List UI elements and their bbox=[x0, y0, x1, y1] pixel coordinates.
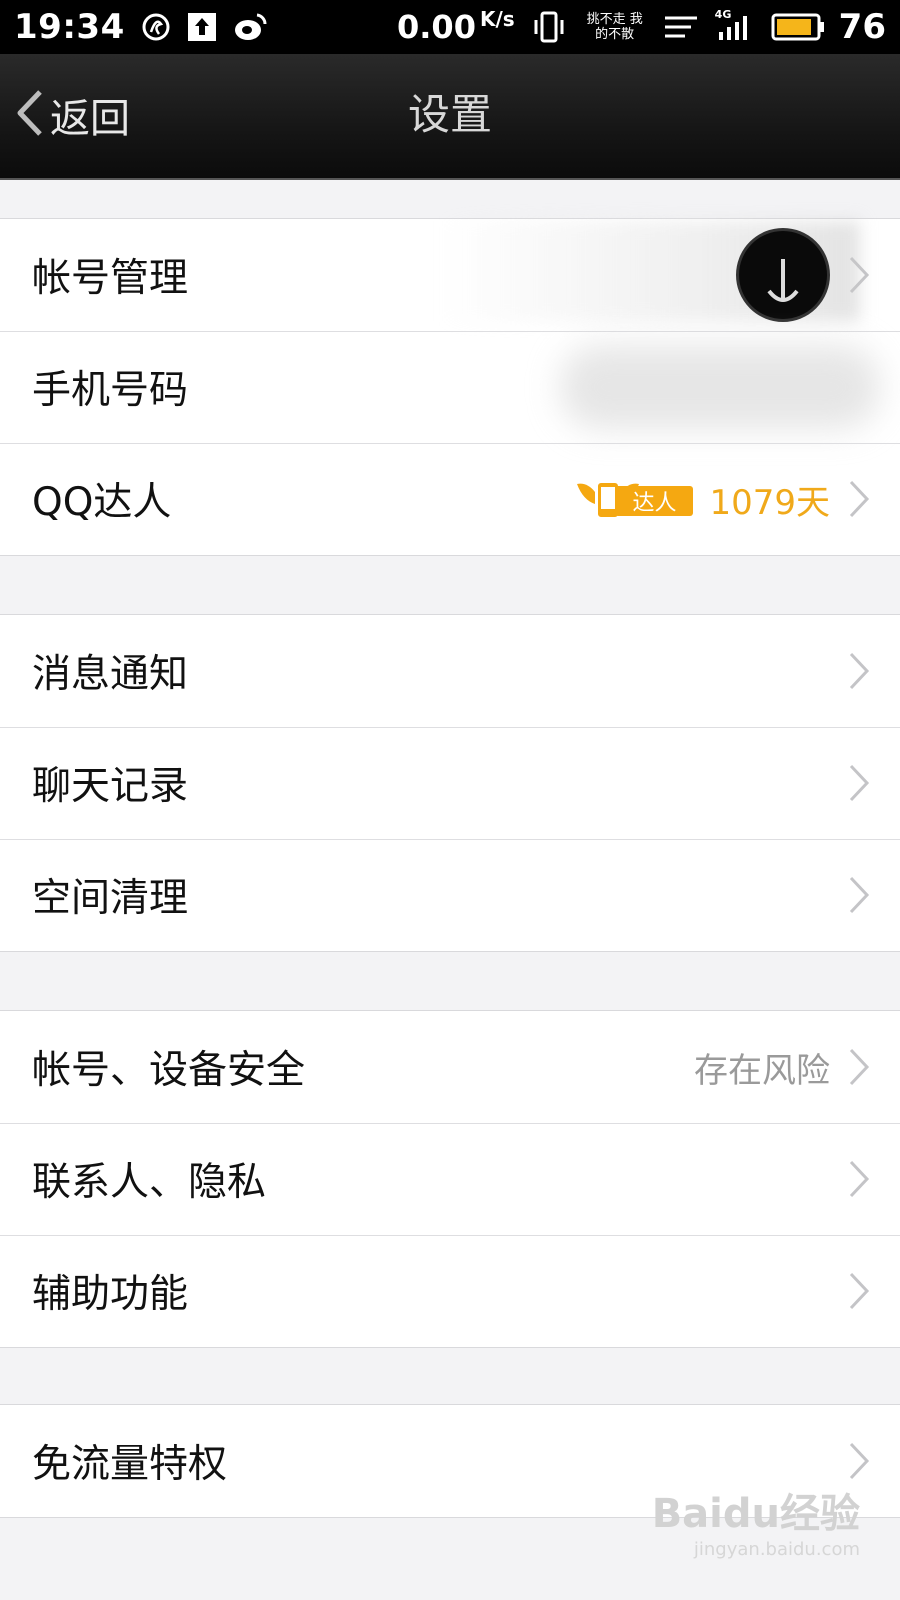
row-label: 消息通知 bbox=[32, 652, 189, 697]
chevron-right-icon bbox=[848, 1159, 870, 1199]
settings-row-qq-daren[interactable]: QQ达人 达人 1079天 bbox=[0, 443, 900, 555]
row-label: 空间清理 bbox=[32, 876, 189, 921]
settings-row-chat-history[interactable]: 聊天记录 bbox=[0, 727, 900, 839]
watermark: Baidu经验 jingyan.baidu.com bbox=[652, 1481, 860, 1560]
blurred-region bbox=[560, 345, 880, 429]
watermark-text: Baidu经验 bbox=[651, 1491, 860, 1537]
row-label: 辅助功能 bbox=[32, 1272, 189, 1317]
daren-days: 1079天 bbox=[709, 482, 830, 523]
row-label: QQ达人 bbox=[32, 480, 172, 525]
settings-row-accessibility[interactable]: 辅助功能 bbox=[0, 1235, 900, 1347]
daren-tag: 达人 bbox=[615, 486, 694, 516]
row-label: 帐号、设备安全 bbox=[32, 1048, 306, 1093]
status-bar: 19:34 0.00 K/s 挑不走 我的不散 4G 76 bbox=[0, 0, 900, 54]
chevron-right-icon bbox=[848, 875, 870, 915]
settings-row-account-security[interactable]: 帐号、设备安全 存在风险 bbox=[0, 1011, 900, 1123]
row-label: 帐号管理 bbox=[32, 256, 189, 301]
status-time: 19:34 bbox=[14, 7, 125, 47]
settings-row-account-management[interactable]: 帐号管理 bbox=[0, 219, 900, 331]
nav-bar: 返回 设置 bbox=[0, 54, 900, 180]
chevron-right-icon bbox=[848, 479, 870, 519]
security-status: 存在风险 bbox=[694, 1050, 830, 1091]
settings-group-general: 消息通知 聊天记录 空间清理 bbox=[0, 614, 900, 952]
chevron-right-icon bbox=[848, 1441, 870, 1481]
settings-row-contacts-privacy[interactable]: 联系人、隐私 bbox=[0, 1123, 900, 1235]
watermark-sub: jingyan.baidu.com bbox=[693, 1539, 860, 1560]
battery-level: 76 bbox=[838, 7, 886, 47]
upload-icon bbox=[187, 12, 217, 42]
menu-icon bbox=[663, 12, 699, 42]
chevron-right-icon bbox=[848, 1271, 870, 1311]
row-label: 聊天记录 bbox=[32, 764, 189, 809]
carrier-text: 挑不走 我的不散 bbox=[586, 12, 643, 42]
notification-app-icon bbox=[141, 12, 171, 42]
signal-icon: 4G bbox=[715, 8, 755, 42]
chevron-right-icon bbox=[848, 763, 870, 803]
weibo-icon bbox=[233, 12, 267, 42]
row-label: 手机号码 bbox=[32, 368, 189, 413]
row-label: 联系人、隐私 bbox=[32, 1160, 267, 1205]
vibrate-icon bbox=[531, 11, 567, 43]
page-title: 设置 bbox=[407, 90, 492, 139]
network-type: 4G bbox=[714, 8, 732, 21]
settings-row-notifications[interactable]: 消息通知 bbox=[0, 615, 900, 727]
settings-group-security: 帐号、设备安全 存在风险 联系人、隐私 辅助功能 bbox=[0, 1010, 900, 1348]
avatar bbox=[736, 228, 830, 322]
battery-icon bbox=[771, 12, 827, 42]
settings-group-account: 帐号管理 手机号码 QQ达人 达人 1079天 bbox=[0, 218, 900, 556]
net-speed: 0.00 bbox=[397, 8, 476, 46]
settings-row-storage-cleanup[interactable]: 空间清理 bbox=[0, 839, 900, 951]
chevron-right-icon bbox=[848, 651, 870, 691]
settings-row-phone-number[interactable]: 手机号码 bbox=[0, 331, 900, 443]
row-label: 免流量特权 bbox=[32, 1442, 228, 1487]
net-unit: K/s bbox=[479, 7, 515, 31]
daren-badge-icon: 达人 bbox=[573, 474, 694, 524]
chevron-right-icon bbox=[848, 1047, 870, 1087]
